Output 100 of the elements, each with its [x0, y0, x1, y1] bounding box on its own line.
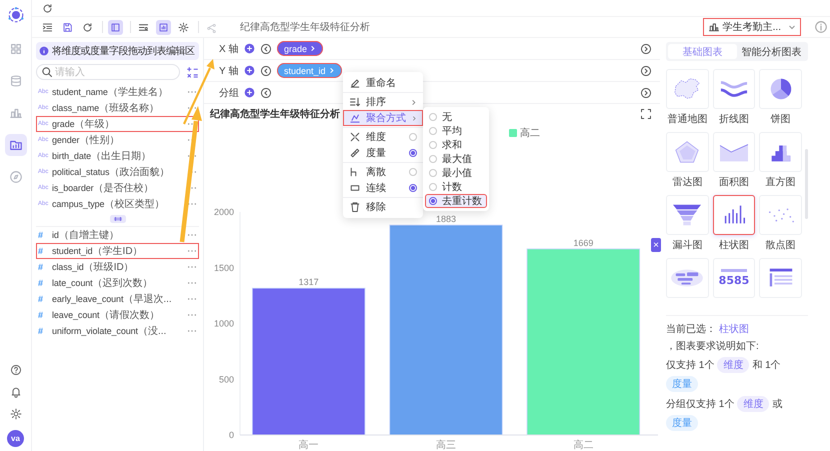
menu-item[interactable]: 排序	[343, 94, 423, 110]
chart-type-label: 散点图	[766, 238, 796, 252]
field-description: （校区类型）	[104, 198, 164, 211]
description-text: 当前已选：	[666, 322, 716, 336]
chart-type-label: 直方图	[766, 176, 796, 189]
field-name: id	[52, 230, 59, 240]
field-description: （班级名称）	[99, 102, 160, 115]
field-description: （学生姓名）	[108, 86, 168, 99]
menu-item[interactable]: 重命名	[343, 75, 423, 91]
field-description: （早退次...	[123, 292, 172, 306]
field-name: campus_type	[52, 199, 104, 209]
shelf-label: X 轴	[219, 42, 239, 56]
type-label: #	[38, 326, 44, 336]
field-description: （自增主键）	[58, 228, 119, 242]
field-item[interactable]: # leave_count（请假次数）	[36, 307, 199, 323]
type-label: #	[38, 230, 44, 240]
field-description: （没...	[138, 325, 166, 338]
field-name: student_id	[52, 246, 93, 256]
user-avatar[interactable]: va	[7, 430, 24, 447]
field-description: （政治面貌）	[109, 166, 170, 179]
field-description: （是否住校）	[94, 182, 154, 195]
field-name: gender	[52, 135, 80, 145]
value-label: 1669	[573, 238, 594, 248]
menu-item[interactable]: 连续	[343, 180, 423, 196]
menu-item[interactable]: 离散	[343, 164, 423, 180]
tab[interactable]: 智能分析图表	[737, 44, 806, 59]
legend-label: 高二	[520, 126, 540, 140]
field-item[interactable]: # uniform_violate_count（没...	[36, 323, 199, 339]
field-name: late_count	[52, 278, 93, 288]
chart-type-card[interactable]: 8585	[712, 258, 756, 298]
type-label: #	[38, 262, 44, 272]
menu-item[interactable]: 度量	[343, 145, 423, 161]
field-chip[interactable]: grade	[277, 41, 324, 56]
chart-type-label: 饼图	[770, 113, 791, 126]
chart-type-label: 漏斗图	[672, 238, 702, 252]
menu-item[interactable]: 聚合方式	[343, 110, 423, 126]
field-item[interactable]: # student_id（学生ID）	[36, 243, 199, 259]
type-label: #	[38, 246, 44, 256]
field-type-tag: 维度	[717, 357, 750, 373]
menu-option[interactable]: 最大值	[425, 152, 487, 166]
field-item[interactable]: # id（自增主键）	[36, 227, 199, 243]
field-type-tag: 维度	[737, 396, 770, 412]
menu-item[interactable]: 维度	[343, 129, 423, 145]
field-item[interactable]: # late_count（迟到次数）	[36, 275, 199, 291]
field-item[interactable]: # class_id（班级ID）	[36, 259, 199, 275]
search-field[interactable]: 请输入	[36, 64, 180, 80]
description-text: 或	[772, 398, 782, 411]
axis-tick-label: 2000	[214, 207, 234, 217]
chart-title: 纪律高危型学生年级特征分析	[210, 107, 340, 121]
field-type-tag: 度量	[666, 415, 698, 431]
collapse-button[interactable]: ×	[651, 238, 661, 252]
description-text: 和 1个	[752, 358, 781, 372]
chart-type-label: 柱状图	[718, 238, 749, 252]
menu-option[interactable]: 最小值	[425, 166, 487, 180]
value-label: 1317	[298, 277, 319, 288]
field-name: grade	[52, 119, 75, 129]
field-name: birth_date	[52, 151, 92, 161]
category-label: 高二	[573, 440, 594, 451]
field-type-tag: 度量	[666, 376, 698, 392]
field-description: （年级）	[74, 118, 115, 131]
field-name: is_boarder	[52, 183, 94, 193]
dataset-select[interactable]: 学生考勤主...	[702, 18, 801, 36]
field-description: （学生ID）	[92, 244, 143, 258]
field-name: uniform_violate_count	[52, 326, 138, 336]
field-name: leave_count	[52, 310, 100, 320]
menu-item[interactable]: 移除	[343, 199, 423, 215]
field-name: class_name	[52, 103, 100, 113]
menu-option[interactable]: 无	[425, 110, 487, 124]
axis-tick-label: 500	[218, 374, 234, 384]
field-name: student_name	[52, 87, 108, 97]
chart-type-label: 雷达图	[672, 176, 702, 189]
menu-option[interactable]: 去重计数	[425, 194, 487, 208]
chart-type-label: 折线图	[718, 112, 749, 126]
axis-tick-label: 1500	[214, 262, 234, 273]
hint-banner: 将维度或度量字段拖动到表编辑区	[36, 42, 199, 60]
axis-tick-label: 0	[228, 430, 234, 440]
field-item[interactable]: # early_leave_count（早退次...	[36, 291, 199, 307]
field-name: class_id	[52, 262, 84, 272]
description-text: 仅支持 1个	[666, 358, 714, 372]
field-description: （迟到次数）	[92, 277, 153, 290]
field-description: （性别）	[79, 134, 120, 147]
report-title: 纪律高危型学生年级特征分析	[240, 20, 370, 34]
chart-type-link[interactable]: 柱状图	[719, 322, 749, 336]
menu-option[interactable]: 求和	[425, 138, 487, 152]
shelf-label: Y 轴	[219, 64, 239, 78]
field-description: （请假次数）	[99, 308, 160, 322]
number-preview: 8585	[718, 274, 750, 287]
type-label: #	[38, 310, 44, 320]
menu-option[interactable]: 计数	[425, 180, 487, 194]
chart-type-label: 普通地图	[667, 112, 708, 126]
chart-type-label: 面积图	[718, 176, 749, 189]
type-label: #	[38, 278, 44, 288]
category-label: 高三	[436, 440, 456, 451]
menu-option[interactable]: 平均	[425, 124, 487, 138]
field-description: （出生日期）	[91, 150, 152, 163]
field-name: early_leave_count	[52, 294, 124, 304]
field-name: political_status	[52, 167, 110, 177]
value-label: 1883	[436, 214, 456, 224]
category-label: 高一	[298, 440, 319, 451]
description-text: 分组仅支持 1个	[666, 398, 734, 411]
